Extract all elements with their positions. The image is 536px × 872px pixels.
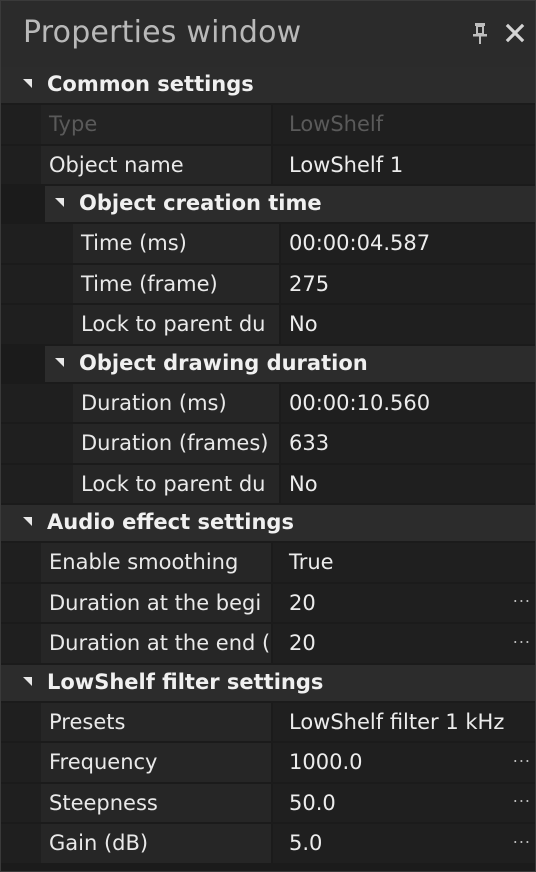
property-row-type: Type LowShelf xyxy=(1,105,535,146)
collapse-caret-icon[interactable] xyxy=(55,357,64,367)
property-row-lock-to-parent-duration[interactable]: Lock to parent du No xyxy=(1,464,535,505)
property-row-duration-at-end[interactable]: Duration at the end ( 20 ... xyxy=(1,624,535,665)
value-text: 20 xyxy=(289,590,316,615)
frequency-field[interactable]: 1000.0 ... xyxy=(281,743,535,782)
property-name: Type xyxy=(41,105,273,144)
property-row-time-frame[interactable]: Time (frame) 275 xyxy=(1,264,535,305)
property-name: Steepness xyxy=(41,783,273,822)
section-label: Audio effect settings xyxy=(47,510,294,534)
section-label: LowShelf filter settings xyxy=(47,669,324,694)
window-title: Properties window xyxy=(23,15,302,50)
property-row-lock-to-parent-creation[interactable]: Lock to parent du No xyxy=(1,305,535,346)
close-icon[interactable] xyxy=(505,23,525,43)
property-value: LowShelf xyxy=(289,112,384,136)
property-name: Time (ms) xyxy=(73,224,281,263)
collapse-caret-icon[interactable] xyxy=(55,198,64,207)
property-name: Gain (dB) xyxy=(41,824,273,863)
property-name: Duration (ms) xyxy=(73,383,281,422)
time-ms-field[interactable]: 00:00:04.587 xyxy=(281,224,535,263)
section-label: Object creation time xyxy=(79,191,322,215)
duration-frames-field[interactable]: 633 xyxy=(281,424,535,463)
properties-window: Properties window Common settings Type L… xyxy=(0,0,536,872)
property-name: Frequency xyxy=(41,743,273,782)
property-row-duration-at-beginning[interactable]: Duration at the begi 20 ... xyxy=(1,583,535,624)
section-label: Object drawing duration xyxy=(79,350,368,375)
lock-to-parent-select[interactable]: No xyxy=(281,305,535,344)
property-row-duration-ms[interactable]: Duration (ms) 00:00:10.560 xyxy=(1,383,535,424)
section-label: Common settings xyxy=(47,72,254,96)
property-row-time-ms[interactable]: Time (ms) 00:00:04.587 xyxy=(1,224,535,265)
ellipsis-button[interactable]: ... xyxy=(513,743,531,776)
section-object-creation-time[interactable]: Object creation time xyxy=(45,186,535,224)
gain-field[interactable]: 5.0 ... xyxy=(281,824,535,863)
enable-smoothing-select[interactable]: True xyxy=(281,543,535,582)
property-name: Duration (frames) xyxy=(73,424,281,463)
collapse-caret-icon[interactable] xyxy=(23,676,32,686)
duration-ms-field[interactable]: 00:00:10.560 xyxy=(281,384,535,423)
property-row-gain[interactable]: Gain (dB) 5.0 ... xyxy=(1,824,535,865)
object-name-field[interactable]: LowShelf 1 xyxy=(281,146,535,185)
pin-icon[interactable] xyxy=(471,21,489,45)
property-row-steepness[interactable]: Steepness 50.0 ... xyxy=(1,783,535,824)
section-object-drawing-duration[interactable]: Object drawing duration xyxy=(45,345,535,384)
time-frame-field[interactable]: 275 xyxy=(281,265,535,304)
duration-at-end-field[interactable]: 20 ... xyxy=(281,624,535,663)
property-name: Lock to parent du xyxy=(73,305,281,344)
duration-at-beginning-field[interactable]: 20 ... xyxy=(281,584,535,623)
property-grid: Common settings Type LowShelf Object nam… xyxy=(1,67,535,865)
collapse-caret-icon[interactable] xyxy=(23,79,32,88)
section-common-settings[interactable]: Common settings xyxy=(1,67,535,105)
presets-select[interactable]: LowShelf filter 1 kHz xyxy=(281,703,535,742)
collapse-caret-icon[interactable] xyxy=(23,517,32,526)
property-name: Object name xyxy=(41,145,273,184)
title-bar: Properties window xyxy=(1,1,535,67)
lock-to-parent-select[interactable]: No xyxy=(281,465,535,504)
steepness-field[interactable]: 50.0 ... xyxy=(281,784,535,823)
value-text: 20 xyxy=(289,631,316,655)
property-name: Enable smoothing xyxy=(41,543,273,582)
section-audio-effect-settings[interactable]: Audio effect settings xyxy=(1,505,535,543)
property-row-enable-smoothing[interactable]: Enable smoothing True xyxy=(1,543,535,584)
value-text: 1000.0 xyxy=(289,750,363,774)
ellipsis-button[interactable]: ... xyxy=(513,624,531,657)
value-text: 50.0 xyxy=(289,790,336,815)
value-text: 5.0 xyxy=(289,831,323,855)
property-name: Duration at the end ( xyxy=(41,624,273,663)
property-row-object-name[interactable]: Object name LowShelf 1 xyxy=(1,145,535,186)
ellipsis-button[interactable]: ... xyxy=(513,784,531,817)
property-row-duration-frames[interactable]: Duration (frames) 633 xyxy=(1,424,535,465)
ellipsis-button[interactable]: ... xyxy=(513,584,531,617)
ellipsis-button[interactable]: ... xyxy=(513,824,531,857)
property-name: Presets xyxy=(41,702,273,741)
property-row-frequency[interactable]: Frequency 1000.0 ... xyxy=(1,743,535,784)
property-name: Time (frame) xyxy=(73,264,281,303)
property-row-presets[interactable]: Presets LowShelf filter 1 kHz xyxy=(1,702,535,743)
property-name: Lock to parent du xyxy=(73,464,281,503)
property-name: Duration at the begi xyxy=(41,583,273,622)
section-lowshelf-filter-settings[interactable]: LowShelf filter settings xyxy=(1,664,535,703)
